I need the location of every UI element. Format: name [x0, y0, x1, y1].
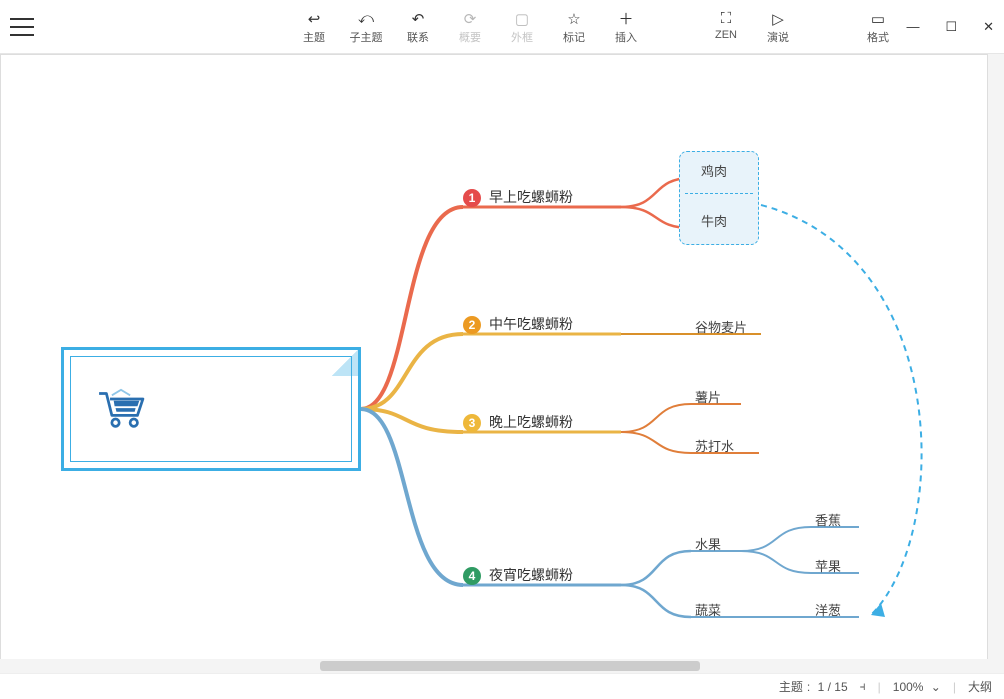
leaf-soda[interactable]: 苏打水: [695, 436, 734, 455]
branch-1[interactable]: 1早上吃螺蛳粉: [463, 187, 573, 207]
mindmap: 1早上吃螺蛳粉 2中午吃螺蛳粉 3晚上吃螺蛳粉 4夜宵吃螺蛳粉 鸡肉 牛肉 谷物…: [1, 55, 987, 672]
zoom-level[interactable]: 100% ⌄: [893, 680, 941, 694]
cart-icon: [93, 388, 149, 430]
leaf-chicken[interactable]: 鸡肉: [701, 161, 727, 180]
branch-4[interactable]: 4夜宵吃螺蛳粉: [463, 565, 573, 585]
close-button[interactable]: ✕: [983, 19, 994, 35]
branch-3[interactable]: 3晚上吃螺蛳粉: [463, 412, 573, 432]
boundary-button: ▢外框: [500, 9, 544, 45]
subtopic-button[interactable]: ⤺子主题: [344, 9, 388, 45]
canvas[interactable]: 1早上吃螺蛳粉 2中午吃螺蛳粉 3晚上吃螺蛳粉 4夜宵吃螺蛳粉 鸡肉 牛肉 谷物…: [0, 54, 988, 673]
leaf-beef[interactable]: 牛肉: [701, 211, 727, 230]
leaf-onion[interactable]: 洋葱: [815, 600, 841, 619]
boundary-divider: [685, 193, 753, 194]
branch-2[interactable]: 2中午吃螺蛳粉: [463, 314, 573, 334]
outline-button[interactable]: 大纲: [968, 678, 992, 695]
horizontal-scrollbar[interactable]: [0, 659, 988, 673]
leaf-cereal[interactable]: 谷物麦片: [695, 317, 747, 336]
maximize-button[interactable]: ☐: [945, 19, 957, 35]
toolbar-main-group: ↩主题 ⤺子主题 ↶联系 ⟳概要 ▢外框 ☆标记 ＋插入 ⛶ZEN ▷演说 ▭格…: [292, 9, 900, 45]
topic-count: 主题: 1 / 15: [779, 678, 848, 695]
minimize-button[interactable]: —: [906, 19, 919, 35]
marker-button[interactable]: ☆标记: [552, 9, 596, 45]
status-bar: 主题: 1 / 15 ⫞ | 100% ⌄ | 大纲: [0, 673, 1004, 699]
leaf-chips[interactable]: 薯片: [695, 387, 721, 406]
leaf-apple[interactable]: 苹果: [815, 556, 841, 575]
root-topic[interactable]: [61, 347, 361, 471]
window-controls: — ☐ ✕: [906, 19, 994, 35]
leaf-veg[interactable]: 蔬菜: [695, 600, 721, 619]
scrollbar-thumb[interactable]: [320, 661, 700, 671]
leaf-fruit[interactable]: 水果: [695, 534, 721, 553]
leaf-banana[interactable]: 香蕉: [815, 510, 841, 529]
format-button[interactable]: ▭格式: [856, 9, 900, 45]
zen-button[interactable]: ⛶ZEN: [704, 9, 748, 45]
map-icon[interactable]: ⫞: [860, 679, 866, 694]
insert-button[interactable]: ＋插入: [604, 9, 648, 45]
toolbar: ↩主题 ⤺子主题 ↶联系 ⟳概要 ▢外框 ☆标记 ＋插入 ⛶ZEN ▷演说 ▭格…: [0, 0, 1004, 54]
relation-button[interactable]: ↶联系: [396, 9, 440, 45]
topic-button[interactable]: ↩主题: [292, 9, 336, 45]
menu-icon[interactable]: [10, 18, 34, 36]
present-button[interactable]: ▷演说: [756, 9, 800, 45]
vertical-scrollbar[interactable]: [988, 54, 1004, 673]
summary-button: ⟳概要: [448, 9, 492, 45]
